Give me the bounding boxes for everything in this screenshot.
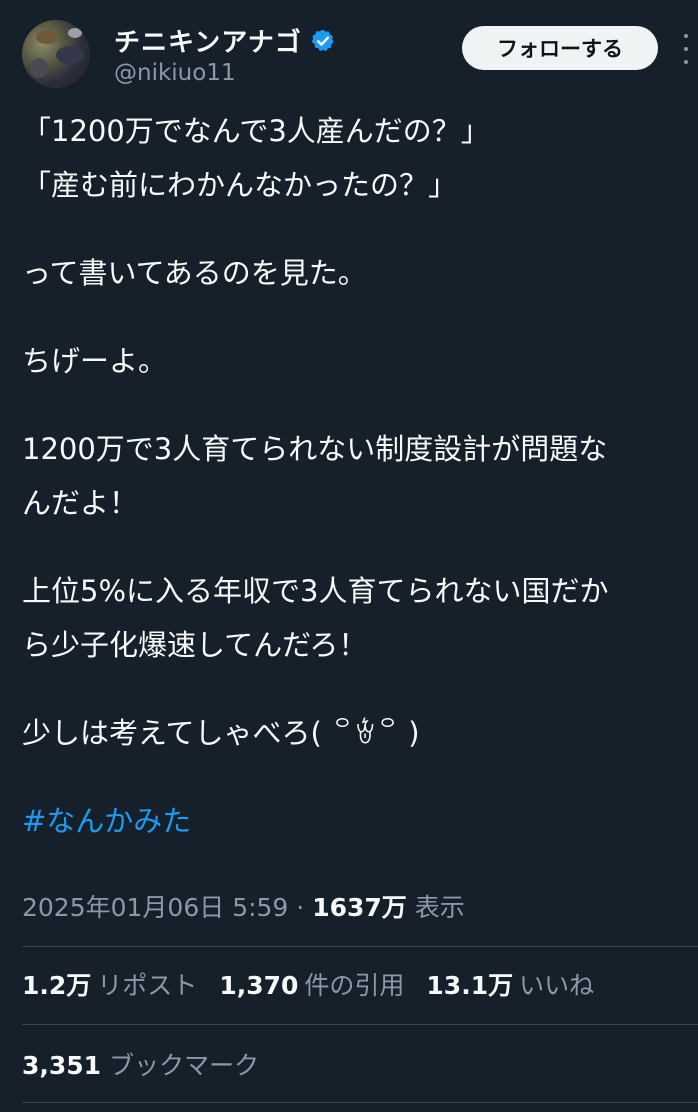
- meta-separator: ·: [296, 893, 305, 922]
- views-label: 表示: [414, 893, 465, 922]
- avatar[interactable]: [22, 20, 90, 88]
- bookmarks-stat[interactable]: 3,351 ブックマーク: [22, 1046, 259, 1082]
- display-name[interactable]: チニキンアナゴ: [114, 22, 302, 59]
- quotes-stat[interactable]: 1,370 件の引用: [219, 966, 404, 1002]
- tweet-line: んだよ！: [22, 486, 139, 520]
- quotes-label: 件の引用: [304, 971, 405, 1000]
- tweet-line: 1200万で3人育てられない制度設計が問題な: [22, 432, 608, 466]
- tweet-header: チニキンアナゴ @nikiuo11 フォローする: [22, 20, 698, 90]
- tweet-line: ちげーよ。: [22, 344, 168, 378]
- tweet-line: 「1200万でなんで3人産んだの？」: [22, 114, 490, 148]
- hashtag-link[interactable]: #なんかみた: [22, 794, 682, 848]
- timestamp[interactable]: 2025年01月06日 5:59: [22, 893, 288, 922]
- divider: [22, 1102, 698, 1103]
- user-handle[interactable]: @nikiuo11: [114, 60, 236, 86]
- likes-count: 13.1万: [426, 971, 514, 1000]
- divider: [22, 946, 698, 947]
- divider: [22, 1024, 698, 1025]
- likes-label: いいね: [519, 971, 595, 1000]
- tweet-line: って書いてあるのを見た。: [22, 256, 367, 290]
- name-row: チニキンアナゴ: [114, 22, 336, 59]
- quotes-count: 1,370: [219, 971, 299, 1000]
- bookmarks-count: 3,351: [22, 1051, 102, 1080]
- reposts-label: リポスト: [97, 971, 198, 1000]
- tweet-meta: 2025年01月06日 5:59 · 1637万 表示: [22, 888, 465, 924]
- reposts-stat[interactable]: 1.2万 リポスト: [22, 966, 197, 1002]
- engagement-stats: 1.2万 リポスト 1,370 件の引用 13.1万 いいね: [22, 966, 616, 1002]
- reposts-count: 1.2万: [22, 971, 92, 1000]
- follow-button[interactable]: フォローする: [462, 26, 658, 70]
- tweet-line: 「産む前にわかんなかったの？」: [22, 168, 458, 202]
- verified-badge-icon: [311, 29, 334, 51]
- more-options-icon[interactable]: [674, 34, 698, 64]
- likes-stat[interactable]: 13.1万 いいね: [426, 966, 594, 1002]
- tweet-line: ら少子化爆速してんだろ！: [22, 628, 368, 662]
- views-count: 1637万: [312, 893, 407, 922]
- tweet-line: 上位5%に入る年収で3人育てられない国だか: [22, 574, 609, 608]
- bookmarks-label: ブックマーク: [109, 1051, 260, 1080]
- tweet-text: 「1200万でなんで3人産んだの？」 「産む前にわかんなかったの？」 って書いて…: [22, 104, 682, 848]
- tweet-line: 少しは考えてしゃべろ( ꒪ꄃ꒪ ): [22, 716, 420, 750]
